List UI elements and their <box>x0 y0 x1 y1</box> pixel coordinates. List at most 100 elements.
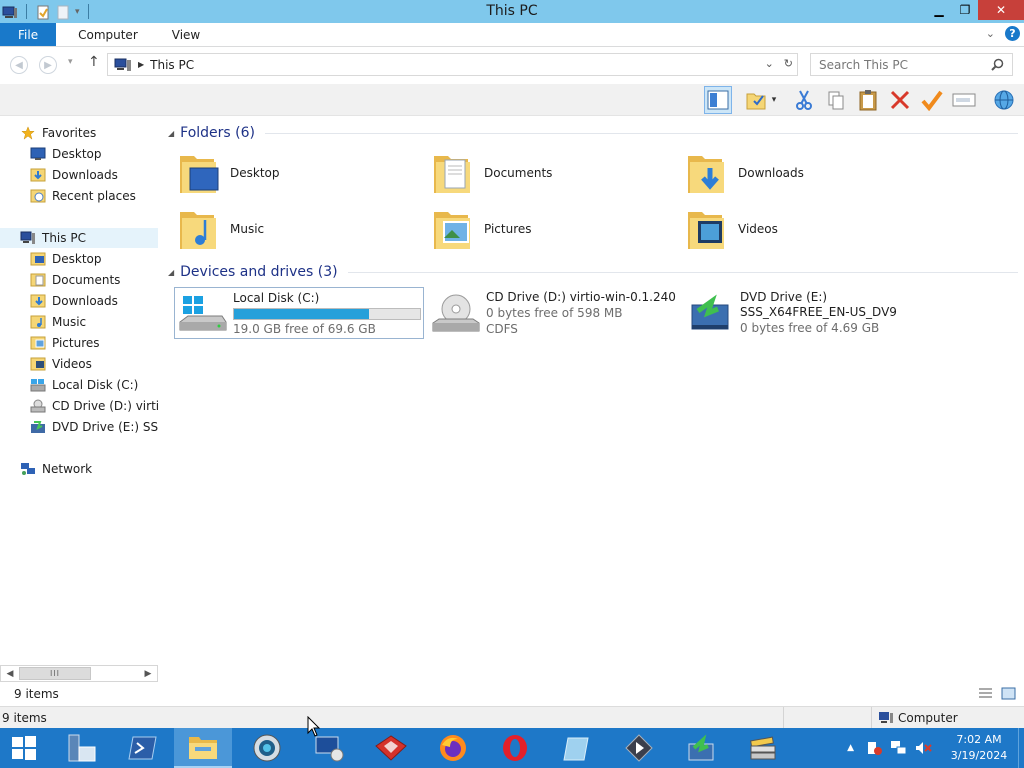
taskbar-powershell[interactable] <box>114 728 172 768</box>
recent-locations-icon[interactable]: ▾ <box>68 57 73 67</box>
new-folder-icon[interactable] <box>55 4 71 20</box>
cut-button[interactable] <box>790 86 818 114</box>
drive-item-local-disk[interactable]: Local Disk (C:) 19.0 GB free of 69.6 GB <box>174 287 424 339</box>
taskbar-server-manager[interactable] <box>52 728 110 768</box>
nav-favorites[interactable]: Favorites <box>20 123 96 143</box>
nav-label: Pictures <box>52 336 100 350</box>
taskbar-opera[interactable] <box>486 728 544 768</box>
drive-item-cd-drive[interactable]: CD Drive (D:) virtio-win-0.1.240 0 bytes… <box>428 287 678 339</box>
volume-muted-icon[interactable] <box>914 740 932 756</box>
system-tray: ▲ 7:02 AM 3/19/2024 <box>847 728 1024 768</box>
scroll-right-icon[interactable]: ▶ <box>140 667 156 680</box>
properties-icon[interactable] <box>35 4 51 20</box>
windows-logo-icon <box>12 736 36 760</box>
folders-group-header[interactable]: ◢ Folders (6) <box>168 122 1018 144</box>
taskbar-stack-app[interactable] <box>734 728 792 768</box>
server-manager-icon <box>68 734 96 762</box>
preview-pane-button[interactable] <box>704 86 732 114</box>
show-hidden-icons[interactable]: ▲ <box>847 743 854 753</box>
help-icon[interactable]: ? <box>1005 26 1020 41</box>
rename-button[interactable] <box>950 86 978 114</box>
dvd-drive-icon <box>691 294 729 330</box>
collapse-triangle-icon[interactable]: ◢ <box>168 268 174 277</box>
tab-view[interactable]: View <box>156 23 216 46</box>
taskbar-file-explorer[interactable] <box>174 728 232 768</box>
folder-item-videos[interactable]: Videos <box>672 203 922 255</box>
taskbar-notepad[interactable] <box>548 728 606 768</box>
folder-item-pictures[interactable]: Pictures <box>418 203 668 255</box>
taskbar-toolbox[interactable] <box>362 728 420 768</box>
nav-item-dvd-drive[interactable]: DVD Drive (E:) SSS_X64FREE_EN-US_DV9 <box>30 417 158 437</box>
breadcrumb-chevron-icon[interactable]: ▶ <box>138 60 144 69</box>
music-folder-icon <box>30 315 46 329</box>
details-view-icon[interactable] <box>978 687 993 700</box>
expand-ribbon-icon[interactable]: ⌄ <box>986 27 995 40</box>
taskbar-visual-studio[interactable] <box>610 728 668 768</box>
large-icons-view-icon[interactable] <box>1001 687 1016 700</box>
show-desktop-button[interactable] <box>1018 728 1024 768</box>
stacked-drives-icon <box>750 736 776 760</box>
drives-group-header[interactable]: ◢ Devices and drives (3) <box>168 261 1018 283</box>
nav-this-pc[interactable]: This PC <box>0 228 158 248</box>
scroll-thumb[interactable]: III <box>19 667 91 680</box>
location-label: Computer <box>898 710 958 725</box>
nav-horizontal-scrollbar[interactable]: ◀ III ▶ <box>0 665 158 682</box>
taskbar-dvd-app[interactable] <box>672 728 730 768</box>
copy-button[interactable] <box>822 86 850 114</box>
start-button[interactable] <box>0 728 48 768</box>
search-icon[interactable] <box>991 58 1004 71</box>
back-button[interactable]: ◀ <box>10 56 28 74</box>
search-input[interactable]: Search This PC <box>810 53 1013 76</box>
nav-item-desktop[interactable]: Desktop <box>30 249 102 269</box>
tab-computer[interactable]: Computer <box>56 23 156 46</box>
nav-item-local-disk[interactable]: Local Disk (C:) <box>30 375 138 395</box>
folder-item-downloads[interactable]: Downloads <box>672 147 922 199</box>
action-center-flag-icon[interactable] <box>866 740 884 756</box>
taskbar-app-eye[interactable] <box>238 728 296 768</box>
documents-folder-icon <box>434 156 470 193</box>
address-dropdown-icon[interactable]: ⌄ <box>765 57 774 70</box>
minimize-button[interactable]: ▁ <box>926 0 952 20</box>
status-cell-items: 9 items <box>0 707 784 728</box>
collapse-triangle-icon[interactable]: ◢ <box>168 129 174 138</box>
nav-item-downloads[interactable]: Downloads <box>30 291 118 311</box>
address-bar[interactable]: ▶ This PC ⌄ ↻ <box>107 53 798 76</box>
scroll-left-icon[interactable]: ◀ <box>2 667 18 680</box>
up-arrow-icon[interactable]: ↑ <box>88 54 100 70</box>
network-tray-icon[interactable] <box>890 740 908 756</box>
nav-item-videos[interactable]: Videos <box>30 354 92 374</box>
local-disk-icon <box>30 379 46 392</box>
folder-item-documents[interactable]: Documents <box>418 147 668 199</box>
network-globe-button[interactable] <box>990 86 1018 114</box>
clock-time: 7:02 AM <box>956 733 1002 746</box>
tab-file[interactable]: File <box>0 23 57 46</box>
nav-item-documents[interactable]: Documents <box>30 270 120 290</box>
refresh-icon[interactable]: ↻ <box>784 57 793 70</box>
paste-button[interactable] <box>854 86 882 114</box>
close-button[interactable]: ✕ <box>978 0 1024 20</box>
check-button[interactable] <box>918 86 946 114</box>
breadcrumb[interactable]: This PC <box>150 58 194 72</box>
nav-item-desktop-fav[interactable]: Desktop <box>30 144 102 164</box>
taskbar-clock[interactable]: 7:02 AM 3/19/2024 <box>940 732 1018 764</box>
folder-item-music[interactable]: Music <box>164 203 414 255</box>
ribbon-tabs: File Computer View ⌄ ? <box>0 23 1024 47</box>
computer-icon[interactable] <box>2 4 18 20</box>
drive-item-dvd-drive[interactable]: DVD Drive (E:) SSS_X64FREE_EN-US_DV9 0 b… <box>682 287 932 339</box>
qat-dropdown-icon[interactable]: ▾ <box>75 7 80 17</box>
taskbar-firefox[interactable] <box>424 728 482 768</box>
folder-item-desktop[interactable]: Desktop <box>164 147 414 199</box>
maximize-button[interactable]: ❐ <box>952 0 978 20</box>
documents-folder-icon <box>30 273 46 287</box>
nav-label: Music <box>52 315 87 329</box>
nav-network[interactable]: Network <box>20 459 92 479</box>
nav-item-pictures[interactable]: Pictures <box>30 333 100 353</box>
nav-item-music[interactable]: Music <box>30 312 86 332</box>
drive-free-space: 0 bytes free of 598 MB <box>486 306 623 320</box>
forward-button[interactable]: ▶ <box>39 56 57 74</box>
nav-item-downloads-fav[interactable]: Downloads <box>30 165 118 185</box>
nav-item-recent-places[interactable]: Recent places <box>30 186 136 206</box>
properties-dropdown[interactable]: ▾ <box>766 86 782 114</box>
delete-button[interactable] <box>886 86 914 114</box>
nav-item-cd-drive[interactable]: CD Drive (D:) virtio-win-0.1.240 <box>30 396 158 416</box>
